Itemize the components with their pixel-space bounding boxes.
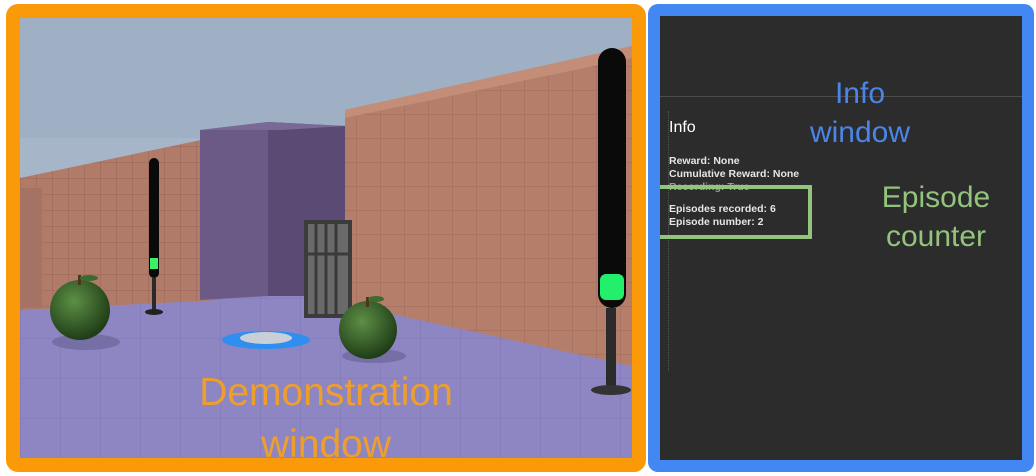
gate <box>304 220 352 318</box>
demonstration-label-line2: window <box>260 423 392 466</box>
demonstration-window: Demonstration window <box>6 4 646 472</box>
cumulative-reward-text: Cumulative Reward: None <box>669 168 800 180</box>
reward-text: Reward: None <box>669 155 740 167</box>
info-window: Info Reward: None Cumulative Reward: Non… <box>648 4 1034 472</box>
info-title: Info <box>669 119 696 136</box>
goal-pad <box>222 331 310 349</box>
episode-counter-highlight <box>660 185 812 239</box>
info-window-label-line2: window <box>809 116 911 149</box>
demonstration-label-line1: Demonstration <box>199 371 453 414</box>
purple-block <box>200 122 268 300</box>
episode-counter-label-line2: counter <box>885 220 987 253</box>
info-window-label-line1: Info <box>834 77 886 110</box>
panel-edge-marks <box>668 111 671 371</box>
episode-counter-label-line1: Episode <box>881 181 991 214</box>
